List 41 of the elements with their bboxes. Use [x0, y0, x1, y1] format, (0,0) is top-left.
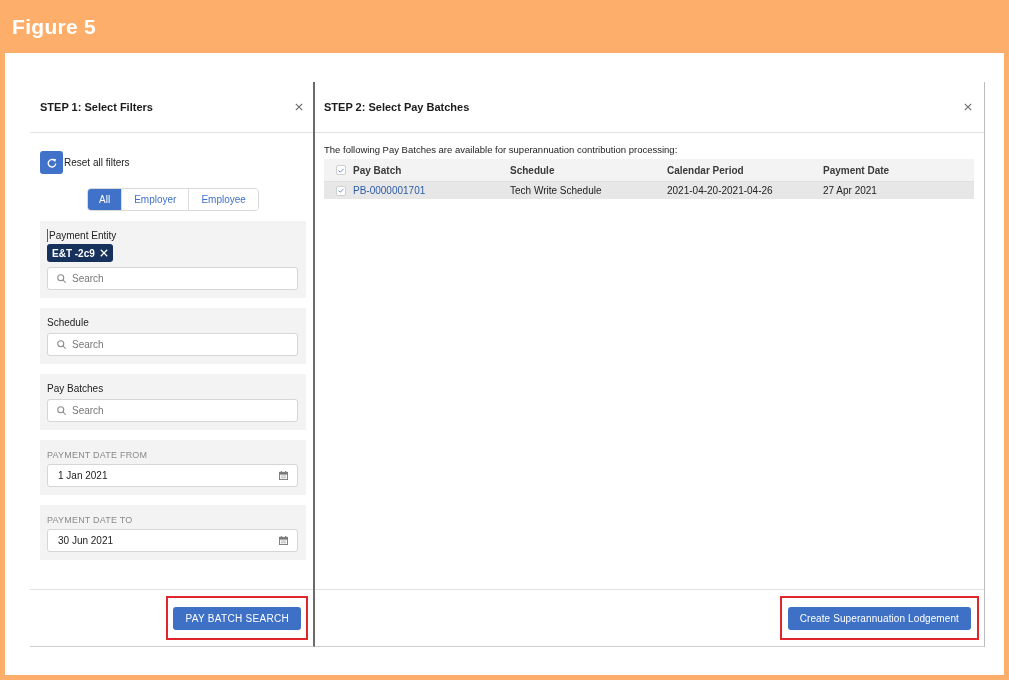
table-cell-text: Tech Write Schedule	[509, 185, 603, 196]
remove-icon[interactable]	[99, 249, 108, 257]
search-field[interactable]: Search	[47, 333, 298, 356]
scope-tab[interactable]: All	[88, 189, 122, 210]
table-cell-text: 2021-04-20-2021-04-26	[666, 185, 774, 196]
close-icon[interactable]	[964, 103, 972, 111]
search-field[interactable]: Search	[47, 267, 298, 290]
search-icon	[57, 340, 66, 349]
refresh-icon	[46, 157, 57, 168]
field-label: PAYMENT DATE FROM	[47, 450, 148, 460]
checkbox[interactable]	[336, 185, 346, 196]
selected-pill[interactable]: E&T -2c9	[47, 244, 113, 262]
panel-title: STEP 2: Select Pay Batches	[324, 101, 470, 113]
field-label: Pay Batches	[47, 382, 104, 394]
panel-title: STEP 1: Select Filters	[40, 101, 153, 113]
intro-text: The following Pay Batches are available for superannuation contribution processing:	[324, 144, 679, 156]
scope-tab[interactable]: Employee	[188, 189, 258, 210]
batch-link[interactable]: PB-0000001701	[346, 185, 503, 196]
date-field[interactable]: 30 Jun 2021	[47, 529, 298, 552]
table-row[interactable]: PB-0000001701 Tech Write Schedule 2021-04-20-2021-04-26 27 Apr 2021	[324, 181, 974, 199]
table-cell-text: 27 Apr 2021	[822, 185, 878, 196]
figure-title: Figure 5	[12, 14, 97, 39]
search-icon	[57, 274, 66, 283]
search-button[interactable]: PAY BATCH SEARCH	[173, 607, 301, 630]
reset-button[interactable]	[40, 151, 63, 174]
field-label: Payment Entity	[49, 229, 117, 241]
column-header: Calendar Period	[666, 164, 745, 176]
calendar-icon[interactable]	[279, 536, 288, 545]
search-icon	[57, 406, 66, 415]
field-label: Schedule	[47, 316, 89, 328]
field-label: PAYMENT DATE TO	[47, 515, 133, 525]
calendar-icon[interactable]	[279, 471, 288, 480]
column-header: Pay Batch	[352, 164, 403, 176]
checkbox[interactable]	[336, 165, 346, 175]
search-field[interactable]: Search	[47, 399, 298, 422]
close-icon[interactable]	[295, 103, 303, 111]
column-header: Payment Date	[822, 164, 891, 176]
lodge-button[interactable]: Create Superannuation Lodgement	[787, 607, 971, 630]
reset-label: Reset all filters	[64, 157, 130, 168]
column-header: Schedule	[509, 164, 556, 176]
date-field[interactable]: 1 Jan 2021	[47, 464, 298, 487]
